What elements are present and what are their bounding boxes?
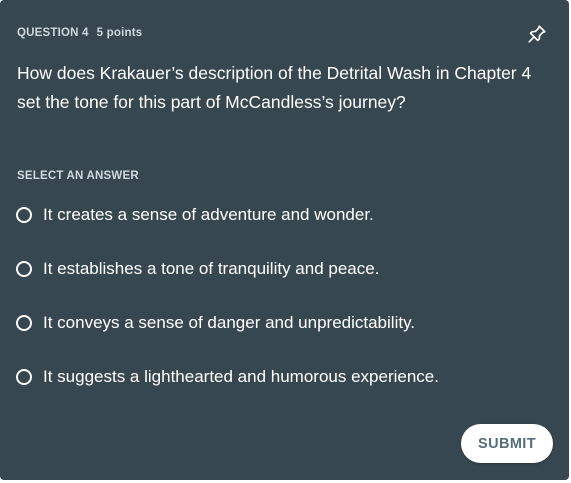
question-header: QUESTION 4 5 points bbox=[17, 27, 142, 39]
radio-button-icon[interactable] bbox=[16, 261, 32, 277]
radio-button-icon[interactable] bbox=[16, 369, 32, 385]
radio-button-icon[interactable] bbox=[16, 207, 32, 223]
answer-option[interactable]: It conveys a sense of danger and unpredi… bbox=[16, 310, 415, 336]
question-number: QUESTION 4 bbox=[17, 27, 89, 39]
question-card: QUESTION 4 5 points How does Krakauer’s d… bbox=[0, 0, 569, 480]
submit-button[interactable]: SUBMIT bbox=[461, 424, 553, 463]
answer-option-text: It conveys a sense of danger and unpredi… bbox=[43, 313, 416, 332]
answer-option-text: It creates a sense of adventure and wond… bbox=[43, 205, 374, 224]
question-text: How does Krakauer’s description of the D… bbox=[17, 63, 532, 112]
select-answer-label: SELECT AN ANSWER bbox=[17, 170, 139, 182]
answer-option[interactable]: It establishes a tone of tranquility and… bbox=[16, 256, 379, 282]
answer-option[interactable]: It creates a sense of adventure and wond… bbox=[16, 202, 374, 228]
answer-option[interactable]: It suggests a lighthearted and humorous … bbox=[16, 364, 439, 390]
question-points: 5 points bbox=[96, 27, 143, 39]
radio-button-icon[interactable] bbox=[16, 315, 32, 331]
answer-option-text: It suggests a lighthearted and humorous … bbox=[43, 367, 439, 386]
answer-option-text: It establishes a tone of tranquility and… bbox=[43, 259, 380, 278]
pin-icon[interactable] bbox=[526, 23, 548, 45]
